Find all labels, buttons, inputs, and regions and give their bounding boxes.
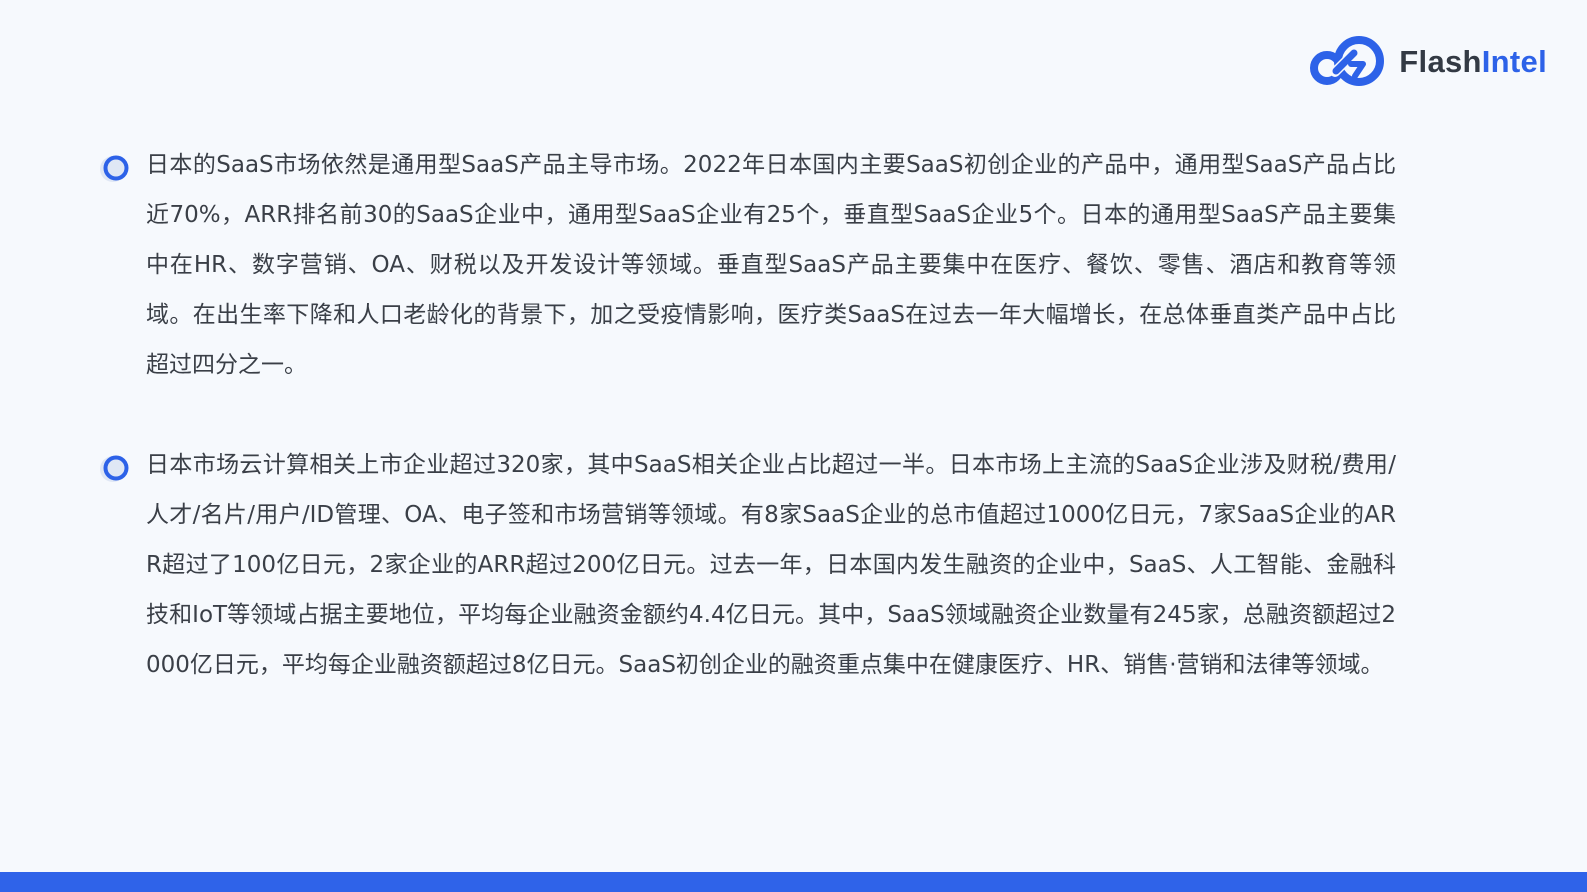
infinity-loop-icon — [1310, 36, 1385, 86]
paragraph-text: 日本市场云计算相关上市企业超过320家，其中SaaS相关企业占比超过一半。日本市… — [146, 452, 1396, 678]
brand-name: FlashIntel — [1399, 46, 1547, 77]
ring-bullet-icon — [96, 152, 136, 188]
ring-bullet-icon — [96, 452, 136, 488]
paragraph-item: 日本的SaaS市场依然是通用型SaaS产品主导市场。2022年日本国内主要Saa… — [96, 140, 1396, 390]
main-content: 日本的SaaS市场依然是通用型SaaS产品主导市场。2022年日本国内主要Saa… — [96, 140, 1396, 690]
brand-name-part1: Flash — [1399, 43, 1482, 79]
footer-accent-bar — [0, 872, 1587, 892]
brand-name-part2: Intel — [1481, 43, 1547, 79]
paragraph-item: 日本市场云计算相关上市企业超过320家，其中SaaS相关企业占比超过一半。日本市… — [96, 440, 1396, 690]
paragraph-text: 日本的SaaS市场依然是通用型SaaS产品主导市场。2022年日本国内主要Saa… — [146, 152, 1396, 378]
brand-logo: FlashIntel — [1305, 34, 1547, 88]
